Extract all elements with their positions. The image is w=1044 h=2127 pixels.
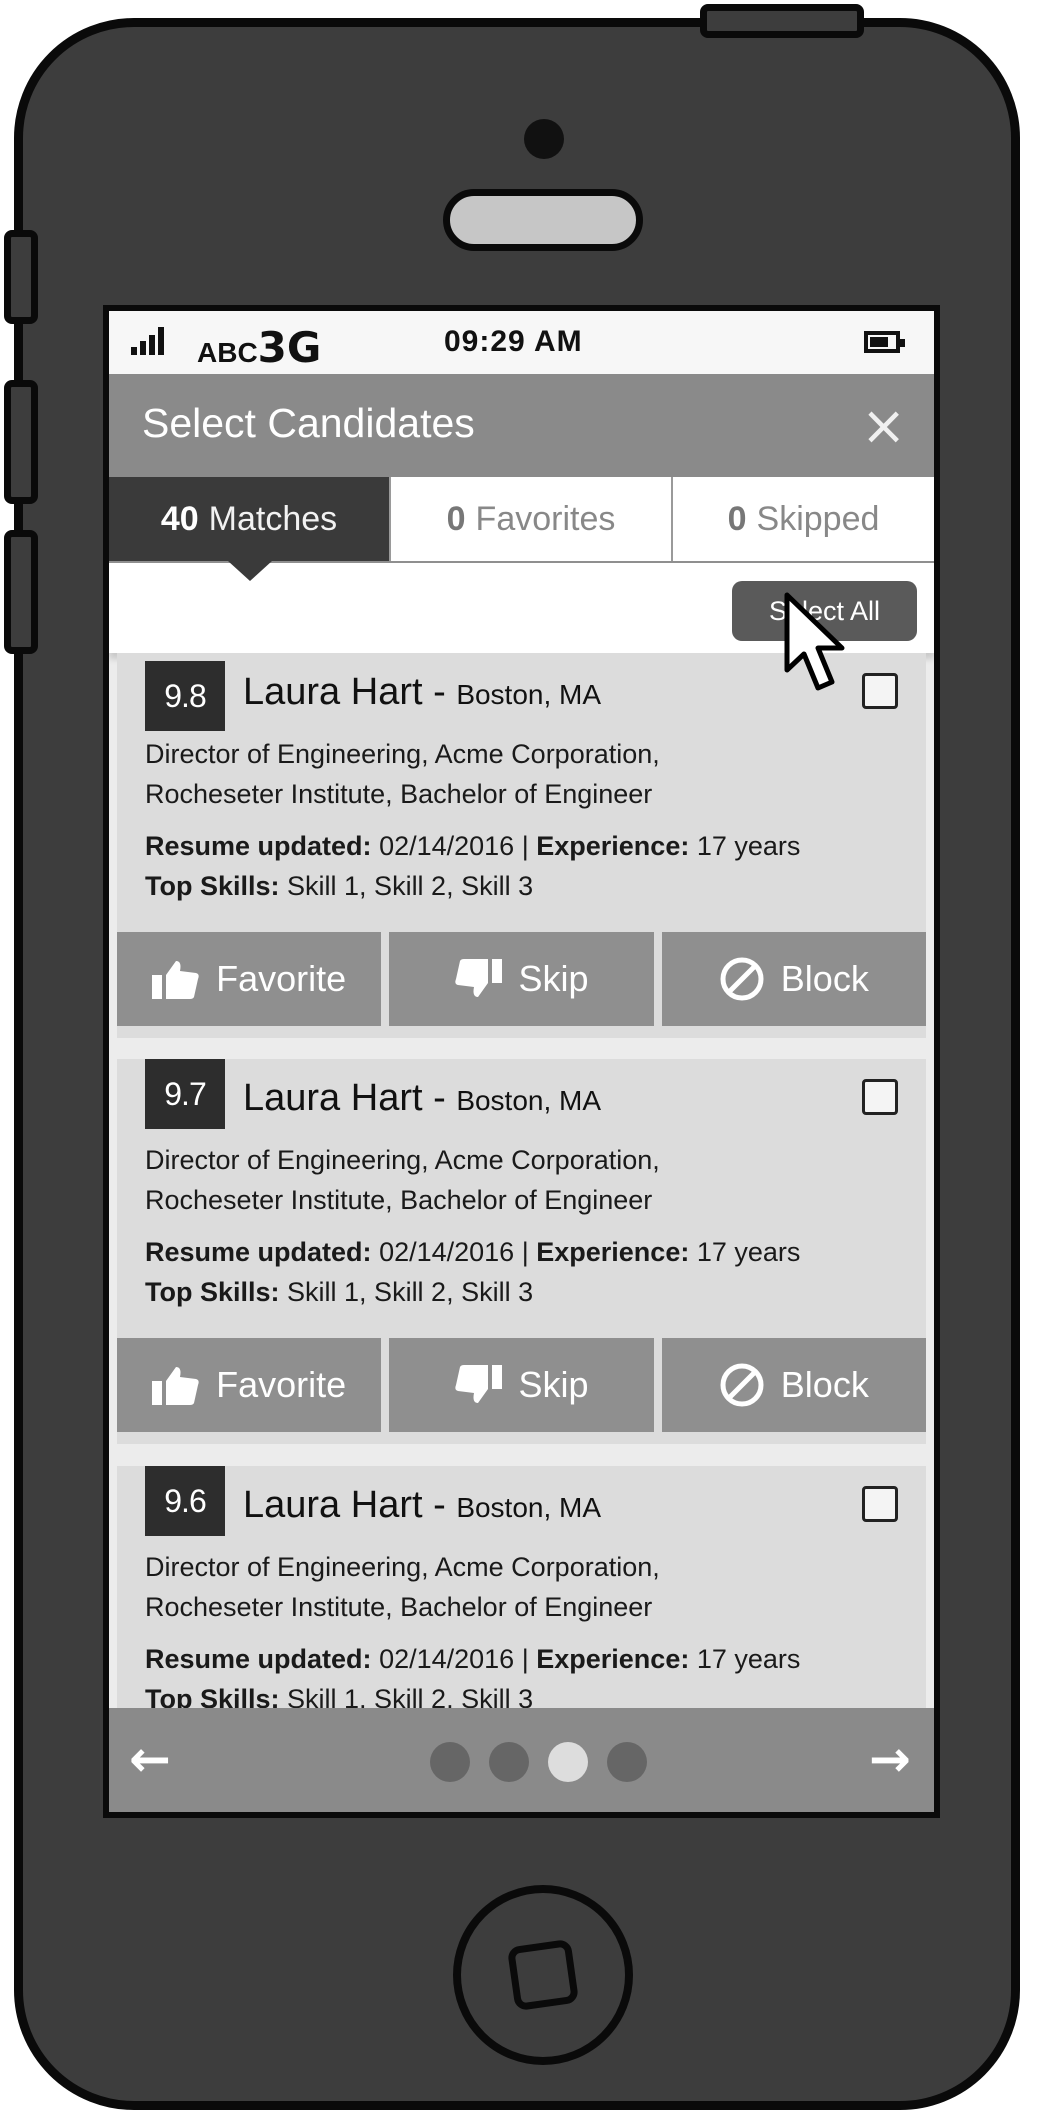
thumbs-down-icon	[455, 959, 503, 997]
tab-count: 0	[446, 499, 466, 538]
match-score-badge: 9.7	[145, 1059, 225, 1129]
candidate-resume-info: Resume updated: 02/14/2016 | Experience:…	[145, 1644, 801, 1674]
candidate-education: Rocheseter Institute, Bachelor of Engine…	[145, 779, 653, 809]
tab-label: Favorites	[475, 499, 616, 538]
page-dot[interactable]	[607, 1742, 647, 1782]
carrier-name: ABC3G	[197, 323, 322, 372]
home-button[interactable]	[453, 1885, 633, 2065]
page-dot-active[interactable]	[548, 1742, 588, 1782]
candidate-title: Director of Engineering, Acme Corporatio…	[145, 1145, 660, 1175]
candidate-name: Laura Hart - Boston, MA	[243, 1484, 602, 1526]
close-icon[interactable]: ×	[861, 394, 906, 457]
match-score-badge: 9.8	[145, 661, 225, 731]
prev-arrow-icon[interactable]: ←	[129, 1730, 171, 1788]
skip-button[interactable]: Skip	[389, 932, 654, 1026]
tab-skipped[interactable]: 0 Skipped	[671, 477, 934, 561]
home-button-square-icon	[506, 1938, 580, 2012]
page-dot[interactable]	[489, 1742, 529, 1782]
candidate-name: Laura Hart - Boston, MA	[243, 671, 602, 713]
signal-icon	[131, 327, 164, 355]
network-type: 3G	[257, 323, 322, 372]
candidate-actions: Favorite Skip Block	[117, 1338, 926, 1432]
match-score-badge: 9.6	[145, 1466, 225, 1536]
favorite-button[interactable]: Favorite	[117, 932, 382, 1026]
candidate-checkbox[interactable]	[862, 1486, 898, 1522]
candidate-card: 9.7 Laura Hart - Boston, MA Director of …	[117, 1059, 926, 1444]
pagination-footer: ← →	[109, 1708, 934, 1812]
candidate-resume-info: Resume updated: 02/14/2016 | Experience:…	[145, 1237, 801, 1267]
tab-label: Matches	[208, 499, 338, 538]
tab-count: 40	[160, 499, 199, 538]
volume-down-button	[4, 530, 38, 654]
mute-switch	[4, 230, 38, 324]
front-camera	[524, 119, 564, 159]
candidate-checkbox[interactable]	[862, 1079, 898, 1115]
power-button	[700, 4, 864, 38]
candidate-location: Boston, MA	[456, 1085, 602, 1116]
phone-screen: ABC3G 09:29 AM Select Candidates × 40 Mat…	[103, 305, 940, 1818]
candidate-name: Laura Hart - Boston, MA	[243, 1077, 602, 1119]
tab-matches[interactable]: 40 Matches	[109, 477, 389, 561]
candidate-education: Rocheseter Institute, Bachelor of Engine…	[145, 1185, 653, 1215]
volume-up-button	[4, 380, 38, 504]
thumbs-down-icon	[455, 1365, 503, 1403]
candidate-skills: Top Skills: Skill 1, Skill 2, Skill 3	[145, 1277, 534, 1307]
page-indicator	[430, 1742, 647, 1782]
next-arrow-icon[interactable]: →	[869, 1730, 911, 1788]
page-dot[interactable]	[430, 1742, 470, 1782]
battery-icon	[864, 331, 905, 353]
skip-button[interactable]: Skip	[389, 1338, 654, 1432]
page-title: Select Candidates	[142, 400, 475, 446]
tab-label: Skipped	[756, 499, 880, 538]
tab-bar: 40 Matches 0 Favorites 0 Skipped	[109, 477, 934, 563]
status-bar: ABC3G 09:29 AM	[109, 311, 934, 374]
mouse-cursor-icon	[784, 592, 845, 691]
candidate-card: 9.8 Laura Hart - Boston, MA Director of …	[117, 653, 926, 1038]
candidate-card: 9.6 Laura Hart - Boston, MA Director of …	[117, 1466, 926, 1726]
block-icon	[720, 1363, 764, 1407]
candidate-resume-info: Resume updated: 02/14/2016 | Experience:…	[145, 831, 801, 861]
app-header: Select Candidates ×	[109, 374, 934, 477]
candidate-actions: Favorite Skip Block	[117, 932, 926, 1026]
candidate-title: Director of Engineering, Acme Corporatio…	[145, 1552, 660, 1582]
thumbs-up-icon	[152, 1367, 199, 1405]
block-button[interactable]: Block	[661, 932, 926, 1026]
candidate-skills: Top Skills: Skill 1, Skill 2, Skill 3	[145, 871, 534, 901]
status-time: 09:29 AM	[444, 325, 583, 358]
favorite-button[interactable]: Favorite	[117, 1338, 382, 1432]
tab-count: 0	[727, 499, 747, 538]
candidate-title: Director of Engineering, Acme Corporatio…	[145, 739, 660, 769]
block-button[interactable]: Block	[661, 1338, 926, 1432]
block-icon	[720, 957, 764, 1001]
thumbs-up-icon	[152, 961, 199, 999]
candidate-location: Boston, MA	[456, 1492, 602, 1523]
earpiece-speaker	[443, 189, 643, 251]
tab-favorites[interactable]: 0 Favorites	[389, 477, 671, 561]
candidate-checkbox[interactable]	[862, 673, 898, 709]
candidate-education: Rocheseter Institute, Bachelor of Engine…	[145, 1592, 653, 1622]
active-tab-pointer	[228, 561, 272, 581]
candidate-location: Boston, MA	[456, 679, 602, 710]
